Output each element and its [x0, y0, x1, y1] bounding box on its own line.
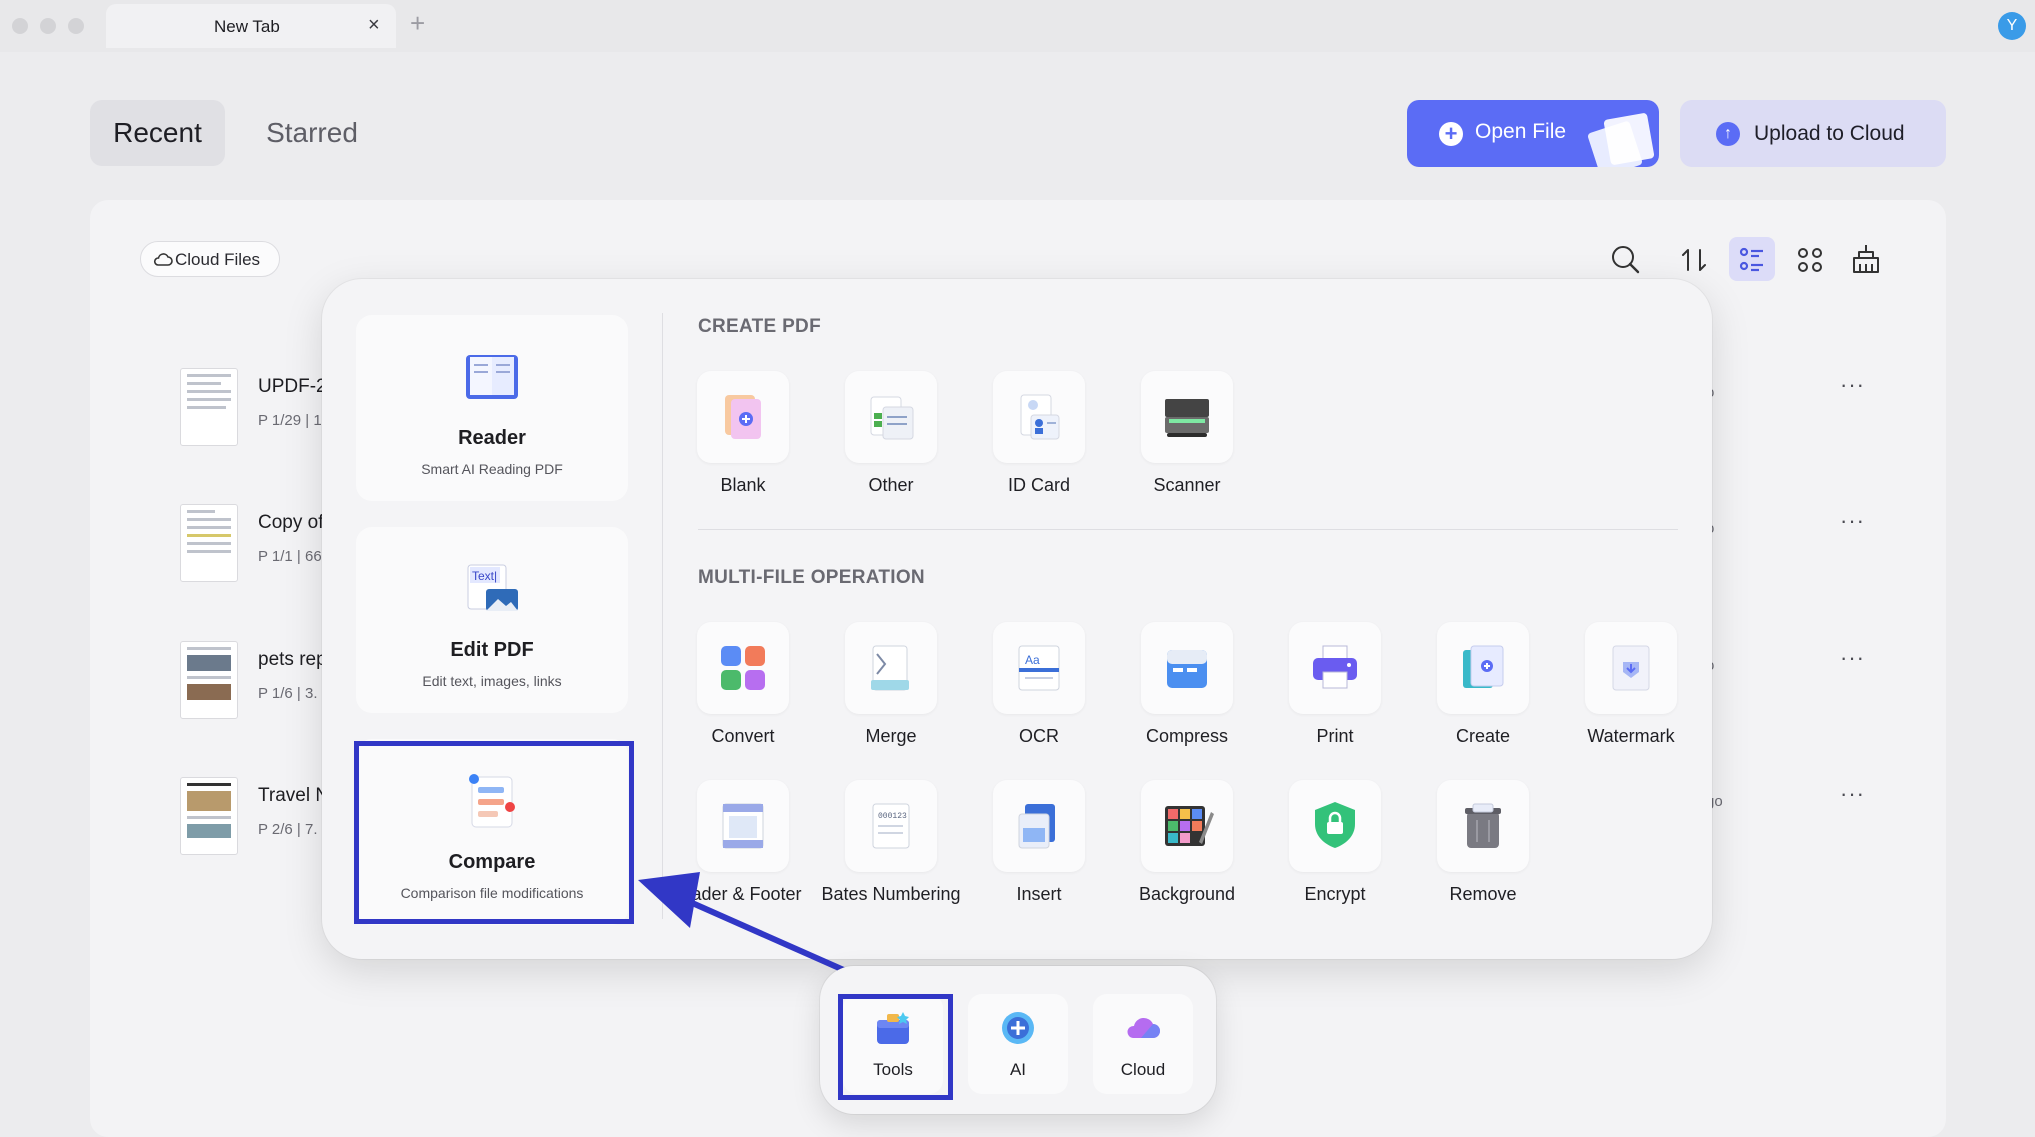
dock-label: Cloud — [1120, 1060, 1166, 1079]
tools-highlight-box — [838, 994, 953, 1100]
dock-label: AI — [1009, 1060, 1027, 1079]
dock-cloud[interactable]: Cloud — [1093, 994, 1193, 1094]
dock-ai[interactable]: AI — [968, 994, 1068, 1094]
ai-icon — [1002, 1012, 1034, 1044]
cloud-app-icon — [1127, 1017, 1160, 1038]
